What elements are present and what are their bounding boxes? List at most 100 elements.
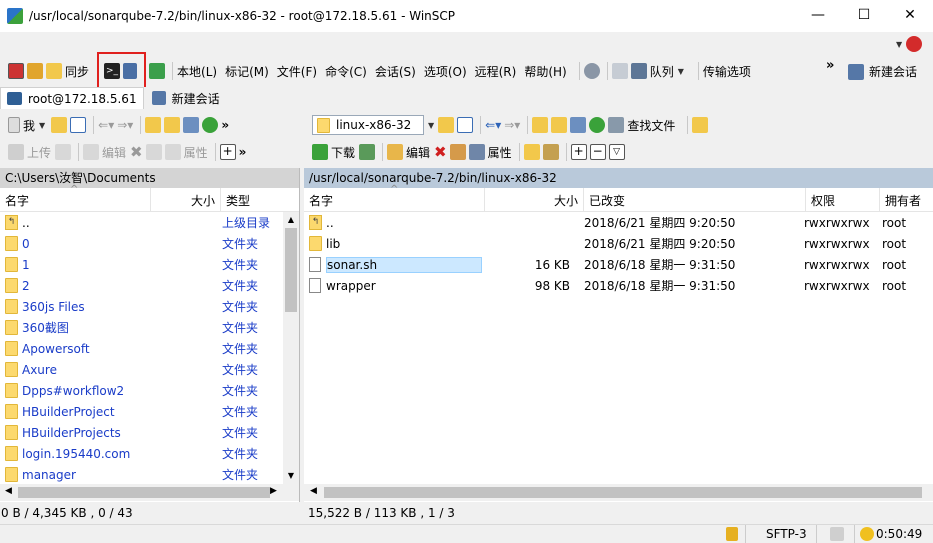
back-icon[interactable]: ⇐▾ (485, 118, 501, 132)
forward-icon[interactable]: ⇒▾ (504, 118, 520, 132)
remote-dir-select[interactable]: linux-x86-32 (312, 115, 424, 135)
overflow-icon[interactable]: » (221, 118, 229, 132)
root-dir-icon[interactable] (551, 117, 568, 133)
rename-icon[interactable] (145, 144, 162, 160)
upload-options-icon[interactable] (55, 144, 72, 160)
list-item[interactable]: HBuilderProjects 文件夹 (0, 422, 283, 443)
chevron-down-icon[interactable]: ▼ (39, 121, 45, 130)
overflow-icon[interactable]: » (239, 145, 247, 159)
list-item[interactable]: Dpps#workflow2 文件夹 (0, 380, 283, 401)
list-item[interactable]: lib 2018/6/21 星期四 9:20:50 rwxrwxrwx root (304, 233, 933, 254)
scroll-up-icon[interactable]: ▲ (283, 212, 299, 228)
list-item[interactable]: login.195440.com 文件夹 (0, 443, 283, 464)
filter-icon[interactable] (457, 117, 474, 133)
menu-file[interactable]: 文件(F) (277, 63, 317, 80)
sync-button[interactable]: 同步 (65, 63, 89, 80)
list-item[interactable]: 360js Files 文件夹 (0, 296, 283, 317)
find-files-button[interactable]: 查找文件 (627, 117, 675, 134)
new-session-icon[interactable] (848, 63, 864, 80)
menu-mark[interactable]: 标记(M) (225, 63, 269, 80)
delete-icon[interactable]: ✖ (130, 143, 143, 161)
close-button[interactable]: ✕ (887, 0, 933, 30)
download-button[interactable]: 下载 (331, 144, 355, 161)
col-changed[interactable]: 已改变 (584, 188, 806, 212)
scroll-thumb[interactable] (324, 487, 922, 498)
back-icon[interactable]: ⇐▾ (98, 118, 114, 132)
sync-folder-icon[interactable] (46, 63, 62, 79)
session-tab-root[interactable]: root@172.18.5.61 (0, 87, 144, 109)
queue-icon[interactable] (630, 63, 647, 79)
col-type[interactable]: 类型 (221, 188, 283, 212)
minus-icon[interactable]: − (589, 144, 606, 160)
rename-icon[interactable] (449, 144, 466, 160)
root-dir-icon[interactable] (164, 117, 181, 133)
menu-local[interactable]: 本地(L) (177, 63, 217, 80)
list-item[interactable]: ↰.. 2018/6/21 星期四 9:20:50 rwxrwxrwx root (304, 212, 933, 233)
toolbar-overflow-icon[interactable]: » (826, 58, 834, 73)
local-path[interactable]: C:\Users\汝智\Documents (0, 168, 299, 188)
horizontal-scrollbar[interactable]: ◀ ▶ (0, 484, 299, 501)
open-folder-icon[interactable] (51, 117, 68, 133)
copy-path-icon[interactable] (542, 144, 559, 160)
menu-session[interactable]: 会话(S) (375, 63, 416, 80)
col-permissions[interactable]: 权限 (806, 188, 880, 212)
list-item[interactable]: sonar.sh 16 KB 2018/6/18 星期一 9:31:50 rwxrwx… (304, 254, 933, 275)
edit-button[interactable]: 编辑 (102, 144, 126, 161)
edit-button[interactable]: 编辑 (406, 144, 430, 161)
new-folder-icon[interactable] (523, 144, 540, 160)
list-item[interactable]: wrapper 98 KB 2018/6/18 星期一 9:31:50 rwxrwxr… (304, 275, 933, 296)
left-drive-select[interactable]: 我 (23, 117, 35, 134)
scroll-left-icon[interactable]: ◀ (5, 486, 12, 496)
plus-icon[interactable]: + (219, 144, 236, 160)
parent-dir-icon[interactable] (145, 117, 162, 133)
properties-button[interactable]: 属性 (488, 144, 512, 161)
col-size[interactable]: 大小 (151, 188, 221, 212)
vertical-scrollbar[interactable]: ▲ ▼ (283, 212, 299, 484)
home-icon[interactable] (570, 117, 587, 133)
home-icon[interactable] (183, 117, 200, 133)
properties-button[interactable]: 属性 (184, 144, 208, 161)
filter-icon[interactable] (70, 117, 87, 133)
download-options-icon[interactable] (359, 144, 376, 160)
minimize-button[interactable]: — (795, 0, 841, 30)
gear-icon[interactable] (583, 63, 600, 79)
refresh-icon[interactable] (202, 117, 219, 133)
menu-command[interactable]: 命令(C) (325, 63, 367, 80)
transfer-options-button[interactable]: 传输选项 (703, 63, 751, 80)
list-item[interactable]: 2 文件夹 (0, 275, 283, 296)
new-session-button[interactable]: 新建会话 (869, 63, 917, 80)
scroll-thumb[interactable] (285, 228, 297, 312)
forward-icon[interactable]: ⇒▾ (117, 118, 133, 132)
horizontal-scrollbar[interactable]: ◀ (304, 484, 933, 501)
list-item[interactable]: 0 文件夹 (0, 233, 283, 254)
scroll-down-icon[interactable]: ▼ (283, 468, 299, 484)
col-name[interactable]: 名字 ^ (304, 184, 485, 212)
delete-icon[interactable]: ✖ (434, 143, 447, 161)
list-item[interactable]: Apowersoft 文件夹 (0, 338, 283, 359)
open-folder-icon[interactable] (438, 117, 455, 133)
tree-icon[interactable] (692, 117, 709, 133)
new-session-tab[interactable]: 新建会话 (144, 87, 228, 109)
refresh-icon[interactable] (589, 117, 606, 133)
compare-dirs-icon[interactable] (8, 63, 24, 79)
list-item[interactable]: Axure 文件夹 (0, 359, 283, 380)
list-item[interactable]: ↰.. 上级目录 (0, 212, 283, 233)
refresh-queue-icon[interactable] (149, 63, 166, 79)
queue-button[interactable]: 队列 (650, 63, 674, 80)
chevron-down-icon[interactable]: ▼ (896, 40, 902, 49)
parent-dir-icon[interactable] (532, 117, 549, 133)
queue-list-icon[interactable] (611, 63, 628, 79)
list-item[interactable]: 1 文件夹 (0, 254, 283, 275)
list-item[interactable]: manager 文件夹 (0, 464, 283, 482)
maximize-button[interactable]: ☐ (841, 0, 887, 30)
chevron-down-icon[interactable]: ▼ (678, 67, 684, 76)
col-name[interactable]: 名字 ^ (0, 184, 151, 212)
globe-update-icon[interactable] (906, 36, 922, 52)
list-item[interactable]: HBuilderProject 文件夹 (0, 401, 283, 422)
chevron-down-icon[interactable]: ▼ (428, 121, 434, 130)
col-owner[interactable]: 拥有者 (880, 188, 930, 212)
filter-select-icon[interactable]: ▽ (608, 144, 625, 160)
scroll-right-icon[interactable]: ▶ (270, 486, 277, 496)
menu-help[interactable]: 帮助(H) (524, 63, 566, 80)
scroll-thumb[interactable] (18, 487, 270, 498)
